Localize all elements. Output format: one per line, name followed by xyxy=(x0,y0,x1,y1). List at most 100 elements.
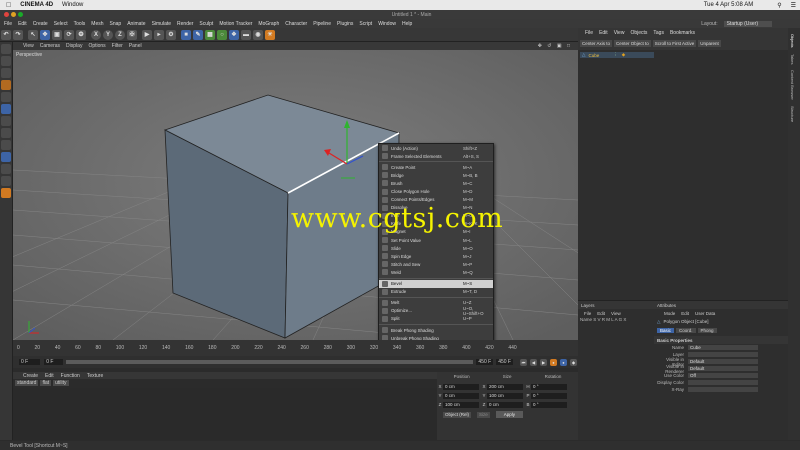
menu-icon[interactable]: ☰ xyxy=(791,2,796,9)
polygons-mode-icon[interactable] xyxy=(1,116,11,126)
tab-takes[interactable]: Takes xyxy=(790,54,795,64)
filter-standard[interactable]: standard xyxy=(15,380,39,386)
apple-icon[interactable]:  xyxy=(6,2,11,9)
menu-tools[interactable]: Tools xyxy=(74,21,86,27)
attr-value[interactable]: Default xyxy=(688,366,758,371)
menu-create[interactable]: Create xyxy=(33,21,48,27)
render-view-icon[interactable]: ▶ xyxy=(142,29,152,40)
attr-value[interactable] xyxy=(688,387,758,392)
attr-menu-edit[interactable]: Edit xyxy=(681,311,689,316)
attr-value[interactable]: Cube xyxy=(688,345,758,350)
menu-pipeline[interactable]: Pipeline xyxy=(313,21,331,27)
size-x-field[interactable]: 200 cm xyxy=(487,383,523,390)
coordinate-system-icon[interactable]: ✠ xyxy=(127,29,137,40)
y-axis-button[interactable]: Y xyxy=(103,29,113,40)
context-menu-item[interactable]: Bevel M~S xyxy=(379,279,493,288)
object-list[interactable] xyxy=(578,50,788,300)
record-icon[interactable]: ● xyxy=(550,358,557,366)
viewport-menu-view[interactable]: View xyxy=(23,43,34,49)
close-icon[interactable] xyxy=(4,12,9,17)
texture-mode-icon[interactable] xyxy=(1,56,11,66)
obj-menu-edit[interactable]: Edit xyxy=(599,30,608,36)
context-menu-item[interactable]: Brush M~C xyxy=(379,179,493,187)
context-menu-item[interactable]: Extrude M~T, D xyxy=(379,288,493,296)
solo-icon[interactable] xyxy=(1,188,11,198)
size-mode-select[interactable]: Size xyxy=(477,411,490,418)
x-axis-button[interactable]: X xyxy=(91,29,101,40)
menu-plugins[interactable]: Plugins xyxy=(337,21,353,27)
attr-menu-user-data[interactable]: User Data xyxy=(695,311,715,316)
viewport-nav-icons[interactable]: ✥ ↺ ▣ □ xyxy=(538,43,572,49)
frame-range-slider[interactable] xyxy=(66,360,474,364)
live-select-icon[interactable]: ↖ xyxy=(28,29,38,40)
scroll-first-active-button[interactable]: Scroll to First Active xyxy=(652,40,697,47)
end-frame-field-2[interactable]: 450 F xyxy=(496,359,513,365)
tab-objects[interactable]: Objects xyxy=(790,34,795,48)
menu-mesh[interactable]: Mesh xyxy=(91,21,103,27)
viewport-menu-panel[interactable]: Panel xyxy=(129,43,142,49)
mac-menu-window[interactable]: Window xyxy=(62,2,83,8)
menu-file[interactable]: File xyxy=(4,21,12,27)
layers-menu-file[interactable]: File xyxy=(584,311,591,316)
rot-h-field[interactable]: 0 ° xyxy=(531,383,567,390)
context-menu-item[interactable]: Split U~P xyxy=(379,315,493,323)
context-menu-item[interactable]: Undo (Action) Shift+Z xyxy=(379,144,493,152)
tab-structure[interactable]: Structure xyxy=(790,106,795,122)
mat-menu-edit[interactable]: Edit xyxy=(45,373,54,379)
attr-value[interactable] xyxy=(688,352,758,357)
size-y-field[interactable]: 100 cm xyxy=(487,392,523,399)
layout-select[interactable]: Startup (User) xyxy=(723,20,772,27)
floor-icon[interactable]: ▬ xyxy=(241,29,251,40)
context-menu-item[interactable]: Create Point M~A xyxy=(379,163,493,171)
menu-script[interactable]: Script xyxy=(359,21,372,27)
go-start-icon[interactable]: ⏮ xyxy=(520,358,527,366)
object-row-cube[interactable]: △ Cube ⋮ ◆ xyxy=(580,52,654,58)
recent-tools-icon[interactable]: ❂ xyxy=(76,29,86,40)
pos-z-field[interactable]: 100 cm xyxy=(443,401,479,408)
subdivision-icon[interactable]: ▦ xyxy=(205,29,215,40)
edges-mode-icon[interactable] xyxy=(1,104,11,114)
mat-menu-function[interactable]: Function xyxy=(61,373,80,379)
viewport-menu-display[interactable]: Display xyxy=(66,43,82,49)
menu-edit[interactable]: Edit xyxy=(18,21,27,27)
workplane-icon[interactable] xyxy=(1,68,11,78)
obj-menu-file[interactable]: File xyxy=(585,30,593,36)
context-menu-item[interactable]: Spin Edge M~J xyxy=(379,252,493,260)
scale-icon[interactable]: ▣ xyxy=(52,29,62,40)
model-mode-icon[interactable] xyxy=(1,80,11,90)
center-object-button[interactable]: Center Object to xyxy=(614,40,651,47)
attr-value[interactable]: Default xyxy=(688,359,758,364)
context-menu-item[interactable]: Close Polygon Hole M~D xyxy=(379,187,493,195)
layers-menu-edit[interactable]: Edit xyxy=(597,311,605,316)
size-z-field[interactable]: 0 cm xyxy=(487,401,523,408)
context-menu-item[interactable]: Set Point Value M~L xyxy=(379,236,493,244)
pos-x-field[interactable]: 0 cm xyxy=(443,383,479,390)
minimize-icon[interactable] xyxy=(11,12,16,17)
start-frame-field[interactable]: 0 F xyxy=(19,359,41,365)
rot-p-field[interactable]: 0 ° xyxy=(531,392,567,399)
mat-menu-create[interactable]: Create xyxy=(23,373,38,379)
context-menu-item[interactable]: Weld M~Q xyxy=(379,268,493,276)
clock[interactable]: Tue 4 Apr 5:08 AM xyxy=(704,2,753,8)
undo-icon[interactable]: ↶ xyxy=(1,29,11,40)
cube-icon[interactable]: ■ xyxy=(181,29,191,40)
context-menu-item[interactable]: Break Phong Shading xyxy=(379,326,493,334)
pos-y-field[interactable]: 0 cm xyxy=(443,392,479,399)
axis-mode-icon[interactable] xyxy=(1,128,11,138)
deformer-icon[interactable]: ❖ xyxy=(229,29,239,40)
snap-icon[interactable] xyxy=(1,152,11,162)
play-icon[interactable]: ▶ xyxy=(540,358,547,366)
attr-value[interactable]: Off xyxy=(688,373,758,378)
current-frame-field[interactable]: 0 F xyxy=(44,359,64,365)
menu-sculpt[interactable]: Sculpt xyxy=(199,21,213,27)
menu-window[interactable]: Window xyxy=(378,21,396,27)
layers-menu-view[interactable]: View xyxy=(611,311,621,316)
context-menu-item[interactable]: Frame Selected Elements Alt+S, S xyxy=(379,152,493,160)
move-icon[interactable]: ✥ xyxy=(40,29,50,40)
attr-tab-basic[interactable]: Basic xyxy=(657,327,675,333)
autokey-icon[interactable]: ● xyxy=(560,358,567,366)
window-controls[interactable] xyxy=(4,12,23,17)
unparent-button[interactable]: Unparent xyxy=(698,40,721,47)
apply-button[interactable]: Apply xyxy=(495,411,524,418)
attr-tab-coord[interactable]: Coord. xyxy=(676,327,696,333)
